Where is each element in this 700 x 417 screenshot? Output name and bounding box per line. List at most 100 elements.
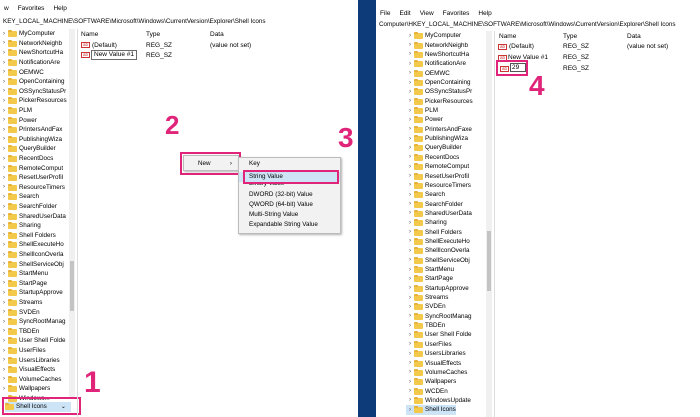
chevron-right-icon[interactable]: › — [406, 164, 414, 170]
tree-item[interactable]: › OSSyncStatusPr — [406, 87, 472, 97]
tree-item[interactable]: › Shell Folders — [0, 231, 56, 241]
chevron-right-icon[interactable]: › — [406, 192, 414, 198]
chevron-right-icon[interactable]: › — [0, 108, 8, 114]
chevron-right-icon[interactable]: › — [0, 31, 8, 37]
tree-item[interactable]: › UsersLibraries — [0, 355, 60, 365]
tree-item[interactable]: › WindowsUpdate — [406, 396, 471, 406]
tree-scrollbar[interactable] — [69, 29, 75, 399]
tree-item[interactable]: › NetworkNeighb — [0, 39, 62, 49]
tree-item[interactable]: › MyComputer — [406, 31, 461, 41]
tree-item[interactable]: › ResourceTimers — [406, 181, 471, 191]
tree-item[interactable]: › User Shell Folde — [0, 336, 66, 346]
tree-item[interactable]: › VisualEffects — [0, 365, 55, 375]
tree-item[interactable]: › SearchFolder — [0, 202, 57, 212]
chevron-right-icon[interactable]: › — [0, 204, 8, 210]
chevron-right-icon[interactable]: › — [0, 88, 8, 94]
tree-item[interactable]: › OpenContaining — [406, 78, 471, 88]
column-name[interactable]: Name — [81, 31, 98, 38]
tree-item[interactable]: › MyComputer — [0, 29, 55, 39]
tree-item[interactable]: › RecentDocs — [0, 154, 53, 164]
chevron-right-icon[interactable]: › — [0, 60, 8, 66]
pane-divider[interactable] — [494, 31, 495, 417]
chevron-right-icon[interactable]: › — [406, 267, 414, 273]
chevron-right-icon[interactable]: › — [406, 126, 414, 132]
tree-item[interactable]: › SyncRootManag — [0, 317, 66, 327]
tree-item[interactable]: › UserFiles — [0, 346, 46, 356]
chevron-right-icon[interactable]: › — [406, 285, 414, 291]
chevron-right-icon[interactable]: › — [406, 117, 414, 123]
tree-item[interactable]: › ShellIconOverla — [0, 250, 63, 260]
tree-item[interactable]: › ShellExecuteHo — [406, 237, 470, 247]
column-type[interactable]: Type — [146, 31, 160, 38]
chevron-right-icon[interactable]: › — [406, 173, 414, 179]
tree-item[interactable]: › OEMWC — [0, 67, 44, 77]
tree-item[interactable]: › TBDEn — [0, 327, 39, 337]
tree-item[interactable]: › Search — [0, 192, 39, 202]
chevron-right-icon[interactable]: › — [406, 257, 414, 263]
chevron-right-icon[interactable]: › — [0, 261, 8, 267]
tree-item[interactable]: › Sharing — [0, 221, 41, 231]
menu-help[interactable]: Help — [53, 5, 66, 12]
chevron-right-icon[interactable]: › — [0, 175, 8, 181]
tree-item[interactable]: › Power — [406, 115, 443, 125]
submenu-item-qword[interactable]: QWORD (64-bit) Value — [239, 200, 340, 210]
tree-item[interactable]: › RemoteComput — [406, 162, 469, 172]
tree-item[interactable]: › Streams — [0, 298, 42, 308]
address-bar[interactable]: Computer\HKEY_LOCAL_MACHINE\SOFTWARE\Mic… — [376, 18, 700, 31]
menu-view[interactable]: View — [420, 10, 434, 17]
chevron-right-icon[interactable]: › — [406, 276, 414, 282]
column-name[interactable]: Name — [499, 33, 516, 40]
chevron-right-icon[interactable]: › — [406, 407, 414, 413]
chevron-right-icon[interactable]: › — [406, 145, 414, 151]
chevron-right-icon[interactable]: › — [0, 156, 8, 162]
chevron-right-icon[interactable]: › — [0, 386, 8, 392]
tree-item[interactable]: › UsersLibraries — [406, 349, 466, 359]
chevron-right-icon[interactable]: › — [0, 338, 8, 344]
chevron-right-icon[interactable]: › — [406, 304, 414, 310]
chevron-right-icon[interactable]: › — [0, 194, 8, 200]
tree-item[interactable]: › ShellIconOverla — [406, 246, 469, 256]
value-new-name[interactable]: New Value #1 — [91, 50, 137, 60]
tree-item[interactable]: › PublishingWiza — [406, 134, 468, 144]
chevron-right-icon[interactable]: › — [0, 146, 8, 152]
chevron-right-icon[interactable]: › — [406, 351, 414, 357]
tree-item[interactable]: › Power — [0, 115, 37, 125]
tree-item[interactable]: › SyncRootManag — [406, 312, 472, 322]
tree-item[interactable]: › ResetUserProfil — [0, 173, 63, 183]
chevron-right-icon[interactable]: › — [0, 319, 8, 325]
menu-file[interactable]: File — [380, 10, 390, 17]
tree-item[interactable]: › NotificationAre — [0, 58, 60, 68]
tree-item[interactable]: › VolumeCaches — [0, 375, 61, 385]
chevron-right-icon[interactable]: › — [406, 388, 414, 394]
chevron-right-icon[interactable]: › — [406, 379, 414, 385]
chevron-right-icon[interactable]: › — [0, 376, 8, 382]
chevron-right-icon[interactable]: › — [0, 69, 8, 75]
chevron-right-icon[interactable]: › — [0, 232, 8, 238]
tree-item[interactable]: › SVDEn — [0, 307, 40, 317]
chevron-right-icon[interactable]: › — [0, 136, 8, 142]
chevron-right-icon[interactable]: › — [406, 33, 414, 39]
tree-item[interactable]: › SearchFolder — [406, 199, 463, 209]
chevron-right-icon[interactable]: › — [406, 295, 414, 301]
chevron-right-icon[interactable]: › — [406, 229, 414, 235]
chevron-right-icon[interactable]: › — [406, 248, 414, 254]
chevron-right-icon[interactable]: › — [0, 98, 8, 104]
chevron-right-icon[interactable]: › — [0, 328, 8, 334]
submenu-item-expandable-string[interactable]: Expandable String Value — [239, 220, 340, 230]
chevron-right-icon[interactable]: › — [406, 51, 414, 57]
submenu-item-multi-string[interactable]: Multi-String Value — [239, 210, 340, 220]
tree-item[interactable]: › PrintersAndFaxe — [406, 125, 472, 135]
chevron-right-icon[interactable]: › — [406, 220, 414, 226]
tree-item[interactable]: › WCDEn — [406, 386, 448, 396]
chevron-right-icon[interactable]: › — [406, 201, 414, 207]
chevron-right-icon[interactable]: › — [0, 252, 8, 258]
pane-divider[interactable] — [77, 29, 78, 417]
tree-item[interactable]: › QueryBuilder — [0, 144, 56, 154]
chevron-right-icon[interactable]: › — [406, 182, 414, 188]
tree-item[interactable]: › Search — [406, 190, 445, 200]
tree-item[interactable]: › SVDEn — [406, 302, 446, 312]
tree-item[interactable]: › PickerResources — [0, 96, 67, 106]
tree-item[interactable]: › Shell Folders — [406, 227, 462, 237]
chevron-right-icon[interactable]: › — [0, 280, 8, 286]
tree-item[interactable]: › User Shell Folde — [406, 330, 472, 340]
